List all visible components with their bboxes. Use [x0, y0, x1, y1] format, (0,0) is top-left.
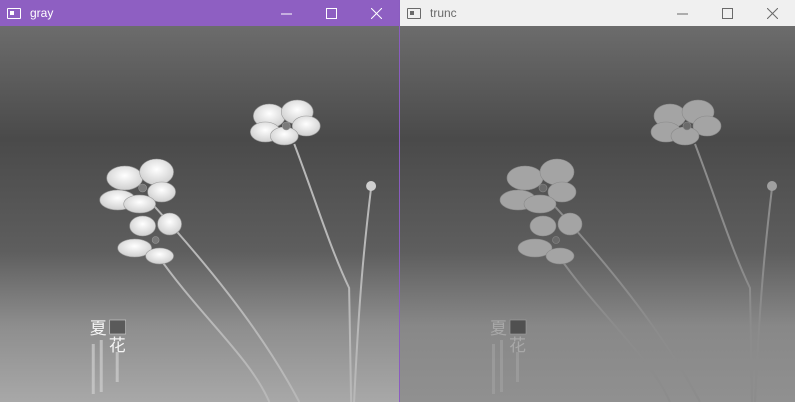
window-app-icon: [407, 7, 421, 19]
minimize-icon: [281, 13, 292, 14]
window-title: gray: [30, 6, 54, 20]
window-app-icon: [7, 7, 21, 19]
gray-image-canvas: 夏 花: [0, 26, 399, 402]
maximize-button[interactable]: [705, 0, 750, 26]
gray-window: gray 夏 花: [0, 0, 400, 402]
truncated-flower-photo: 夏 花: [400, 26, 795, 402]
svg-text:夏: 夏: [90, 319, 107, 339]
svg-text:夏: 夏: [490, 319, 507, 339]
maximize-icon: [326, 7, 337, 19]
window-title: trunc: [430, 6, 457, 20]
trunc-image-canvas: 夏 花: [400, 26, 795, 402]
flower-bud: [767, 181, 777, 191]
flower-bud: [366, 181, 377, 191]
minimize-button[interactable]: [660, 0, 705, 26]
maximize-button[interactable]: [309, 0, 354, 26]
window-controls: [264, 0, 399, 26]
maximize-icon: [722, 7, 733, 19]
close-button[interactable]: [750, 0, 795, 26]
grayscale-flower-photo: 夏 花: [0, 26, 399, 402]
close-button[interactable]: [354, 0, 399, 26]
trunc-window: trunc 夏 花: [400, 0, 795, 402]
gray-titlebar[interactable]: gray: [0, 0, 399, 26]
close-icon: [371, 7, 382, 19]
close-icon: [767, 7, 778, 19]
minimize-icon: [677, 13, 688, 14]
trunc-titlebar[interactable]: trunc: [400, 0, 795, 27]
minimize-button[interactable]: [264, 0, 309, 26]
window-controls: [660, 0, 795, 26]
